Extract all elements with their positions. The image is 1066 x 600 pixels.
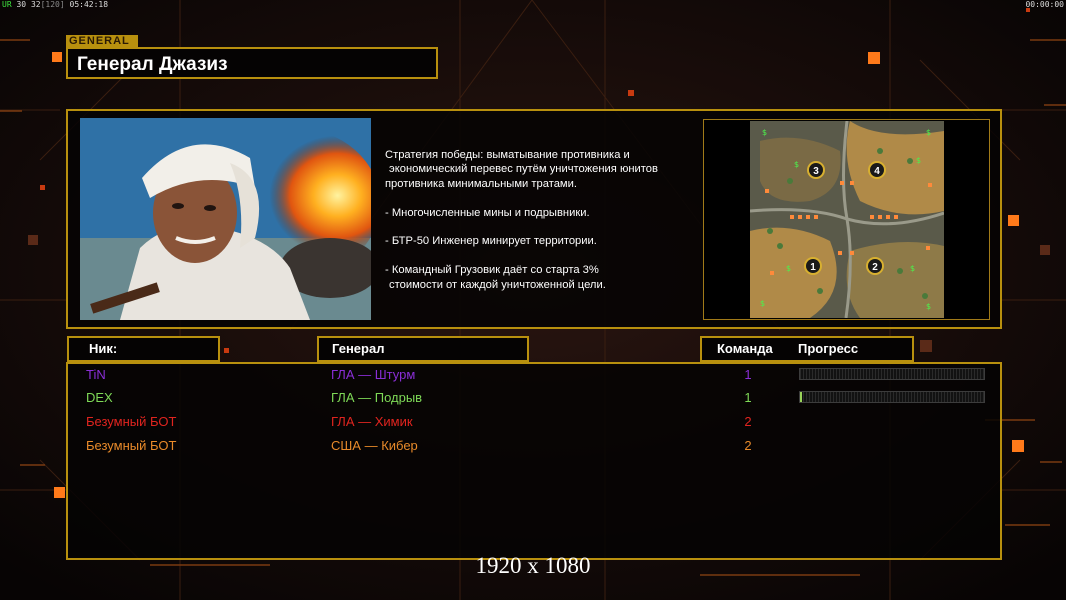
bullet-mines: - Многочисленные мины и подрывники. (385, 206, 590, 219)
bullet-truck-line-1: - Командный Грузовик даёт со старта 3% (385, 264, 599, 277)
column-team-label: Команда (717, 341, 773, 356)
player-nick: Безумный БОТ (86, 438, 177, 453)
player-row: TiN ГЛА — Штурм 1 (0, 367, 1066, 383)
player-team: 2 (744, 438, 752, 453)
strategy-description: Стратегия победы: выматывание противника… (385, 148, 705, 292)
column-progress-label: Прогресс (798, 341, 859, 356)
svg-text:$: $ (760, 299, 765, 308)
hud-fps2: 32 (30, 0, 41, 9)
minimap: $ $ $ $ $ $ $ $ 3 4 1 2 (750, 121, 944, 318)
player-team: 2 (744, 414, 752, 429)
player-progress-bar (799, 391, 985, 403)
player-progress-bar (799, 368, 985, 380)
general-title-box: Генерал Джазиз (66, 47, 438, 79)
general-portrait (80, 118, 371, 320)
hud-prefix: UR (2, 0, 12, 9)
player-nick: Безумный БОТ (86, 414, 177, 429)
hud-timer: 00:00:00 (1025, 0, 1064, 9)
svg-text:$: $ (794, 160, 799, 169)
strategy-line-3: противника минимальными тратами. (385, 177, 577, 190)
svg-text:$: $ (786, 264, 791, 273)
svg-text:$: $ (762, 128, 767, 137)
player-row: Безумный БОТ ГЛА — Химик 2 (0, 414, 1066, 430)
player-nick: TiN (86, 367, 106, 382)
fps-counter: UR 30 32[120] 05:42:18 (2, 0, 108, 9)
hud-clock: 05:42:18 (69, 0, 109, 9)
player-general: ГЛА — Химик (331, 414, 413, 429)
player-general: ГЛА — Штурм (331, 367, 416, 382)
player-row: DEX ГЛА — Подрыв 1 (0, 390, 1066, 406)
svg-text:$: $ (926, 128, 931, 137)
slot-2-label: 2 (872, 262, 878, 273)
player-row: Безумный БОТ США — Кибер 2 (0, 438, 1066, 454)
player-team: 1 (744, 367, 752, 382)
bullet-truck-line-2: стоимости от каждой уничтоженной цели. (389, 278, 606, 291)
player-general: США — Кибер (331, 438, 418, 453)
svg-text:$: $ (916, 156, 921, 165)
hud-fps-bracket: [120] (40, 0, 65, 9)
strategy-line-2: экономический перевес путём уничтожения … (389, 163, 658, 176)
svg-text:$: $ (910, 264, 915, 273)
strategy-line-1: Стратегия победы: выматывание противника… (385, 149, 630, 161)
column-general-label: Генерал (332, 341, 385, 356)
player-team: 1 (744, 390, 752, 405)
resolution-label: 1920 x 1080 (475, 553, 591, 578)
svg-text:$: $ (926, 302, 931, 311)
player-nick: DEX (86, 390, 113, 405)
column-nick-label: Ник: (89, 341, 118, 356)
hud-fps: 30 (16, 0, 27, 9)
slot-3-label: 3 (813, 166, 819, 177)
slot-4-label: 4 (874, 166, 880, 177)
player-progress-fill (800, 392, 802, 402)
player-general: ГЛА — Подрыв (331, 390, 423, 405)
general-name: Генерал Джазиз (77, 54, 228, 75)
slot-1-label: 1 (810, 262, 816, 273)
column-header-team-progress: Команда Прогресс (700, 336, 914, 362)
column-header-nick: Ник: (67, 336, 220, 362)
bullet-btr: - БТР-50 Инженер минирует территории. (385, 235, 597, 248)
column-header-general: Генерал (317, 336, 529, 362)
